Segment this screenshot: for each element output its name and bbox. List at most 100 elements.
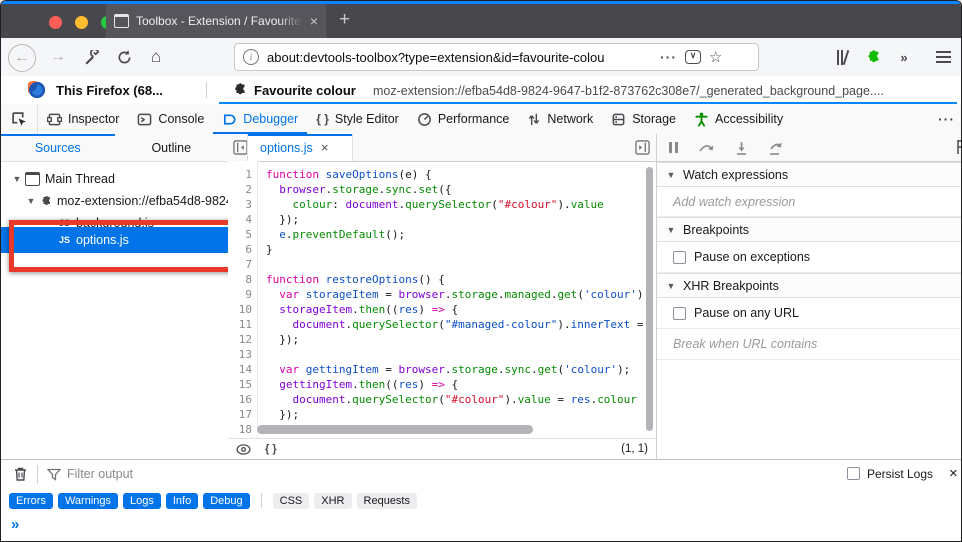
pretty-print-button[interactable]: { } [265,443,277,455]
line-number[interactable]: 11 [228,317,252,332]
code-line[interactable]: colour: document.querySelector("#colour"… [266,197,656,212]
code-line[interactable]: document.querySelector("#colour").value … [266,392,656,407]
filter-output-input[interactable]: Filter output [67,467,133,481]
line-number[interactable]: 10 [228,302,252,317]
pocket-icon[interactable]: ∨ [685,50,701,64]
line-number[interactable]: 17 [228,407,252,422]
line-number[interactable]: 9 [228,287,252,302]
console-filter-info[interactable]: Info [165,492,199,509]
editor-code[interactable]: function saveOptions(e) { browser.storag… [259,161,656,438]
line-number[interactable]: 8 [228,272,252,287]
line-number[interactable]: 5 [228,227,252,242]
runtime-tab-label[interactable]: This Firefox (68... [56,83,163,98]
xhr-breakpoints-header[interactable]: ▼ XHR Breakpoints + [657,273,961,298]
tab-close-button[interactable]: × [310,14,318,28]
line-number[interactable]: 14 [228,362,252,377]
code-line[interactable]: function saveOptions(e) { [266,167,656,182]
line-number[interactable]: 13 [228,347,252,362]
developer-tools-button[interactable] [79,44,105,70]
code-line[interactable]: } [266,242,656,257]
expand-caret-icon[interactable]: ▼ [25,196,37,206]
devtools-more-tools-button[interactable]: ··· [938,111,955,127]
tree-item-moz-extension[interactable]: ▼ moz-extension://efba54d8-9824 [1,190,228,212]
code-line[interactable]: var gettingItem = browser.storage.sync.g… [266,362,656,377]
breakpoints-header[interactable]: ▼ Breakpoints [657,217,961,242]
tab-storage[interactable]: Storage [602,104,685,134]
step-over-button[interactable] [698,141,715,154]
console-input-row[interactable]: » [1,512,961,541]
clear-console-trash-icon[interactable] [13,466,28,482]
library-button[interactable] [829,44,855,70]
watch-expression-input[interactable]: Add watch expression [657,187,961,217]
line-number[interactable]: 3 [228,197,252,212]
editor-vertical-scrollbar[interactable] [646,167,653,431]
line-number[interactable]: 15 [228,377,252,392]
code-line[interactable]: function restoreOptions() { [266,272,656,287]
tab-sources[interactable]: Sources [1,134,115,161]
page-actions-icon[interactable]: ··· [660,49,677,65]
console-filter-warnings[interactable]: Warnings [57,492,119,509]
home-button[interactable]: ⌂ [143,44,169,70]
browser-tab[interactable]: Toolbox - Extension / Favourite × [106,4,326,38]
code-line[interactable]: storageItem.then((res) => { [266,302,656,317]
tab-outline[interactable]: Outline [115,134,229,161]
tab-performance[interactable]: Performance [408,104,519,134]
console-filter-debug[interactable]: Debug [203,492,250,509]
line-number[interactable]: 6 [228,242,252,257]
menu-button[interactable] [930,44,956,70]
extension-button[interactable] [859,44,885,70]
expand-panes-button[interactable] [635,140,650,155]
code-line[interactable]: e.preventDefault(); [266,227,656,242]
code-line[interactable]: var storageItem = browser.storage.manage… [266,287,656,302]
line-number[interactable]: 7 [228,257,252,272]
pick-element-button[interactable] [1,104,38,134]
line-number[interactable]: 2 [228,182,252,197]
console-filter-requests[interactable]: Requests [356,492,417,509]
tab-console[interactable]: Console [128,104,213,134]
extension-name[interactable]: Favourite colour [254,83,356,98]
persist-logs-checkbox[interactable] [847,467,860,480]
collapse-sources-pane-button[interactable] [233,140,248,155]
editor-horizontal-scrollbar[interactable] [257,425,533,434]
xhr-breakpoint-input[interactable]: Break when URL contains [657,329,961,360]
code-line[interactable] [266,257,656,272]
url-bar[interactable]: i about:devtools-toolbox?type=extension&… [234,43,759,71]
line-number[interactable]: 4 [228,212,252,227]
code-line[interactable]: gettingItem.then((res) => { [266,377,656,392]
tree-item-main-thread[interactable]: ▼ Main Thread [1,168,228,190]
line-number[interactable]: 18 [228,422,252,437]
code-line[interactable]: }); [266,332,656,347]
new-tab-button[interactable]: + [339,9,350,31]
line-number[interactable]: 16 [228,392,252,407]
page-info-icon[interactable]: i [243,49,259,65]
bookmark-star-icon[interactable]: ☆ [709,48,722,66]
pause-on-exceptions-checkbox[interactable] [673,250,686,264]
toolbar-overflow-button[interactable]: » [891,44,917,70]
pause-button[interactable] [669,142,678,153]
tab-network[interactable]: Network [518,104,602,134]
code-line[interactable]: }); [266,212,656,227]
macos-close-button[interactable] [49,16,62,29]
console-filter-errors[interactable]: Errors [9,492,53,509]
line-number[interactable]: 12 [228,332,252,347]
macos-minimize-button[interactable] [75,16,88,29]
console-close-button[interactable]: × [949,465,958,482]
console-filter-logs[interactable]: Logs [123,492,161,509]
editor-tab-options-js[interactable]: options.js × [247,134,353,161]
console-filter-xhr[interactable]: XHR [314,492,352,509]
back-button[interactable]: ← [8,44,36,72]
line-number[interactable]: 1 [228,167,252,182]
code-line[interactable] [266,347,656,362]
console-filter-css[interactable]: CSS [272,492,310,509]
watch-expressions-header[interactable]: ▼ Watch expressions + [657,162,961,187]
url-text[interactable]: about:devtools-toolbox?type=extension&id… [267,50,652,65]
tab-style-editor[interactable]: { } Style Editor [307,104,408,134]
forward-button[interactable]: → [45,44,71,70]
tab-inspector[interactable]: Inspector [38,104,128,134]
tab-debugger[interactable]: Debugger [213,104,308,134]
code-line[interactable]: }); [266,407,656,422]
step-out-button[interactable] [768,141,783,155]
tab-accessibility[interactable]: Accessibility [685,104,792,134]
pause-on-any-url-checkbox[interactable] [673,306,686,320]
reload-button[interactable] [111,44,137,70]
